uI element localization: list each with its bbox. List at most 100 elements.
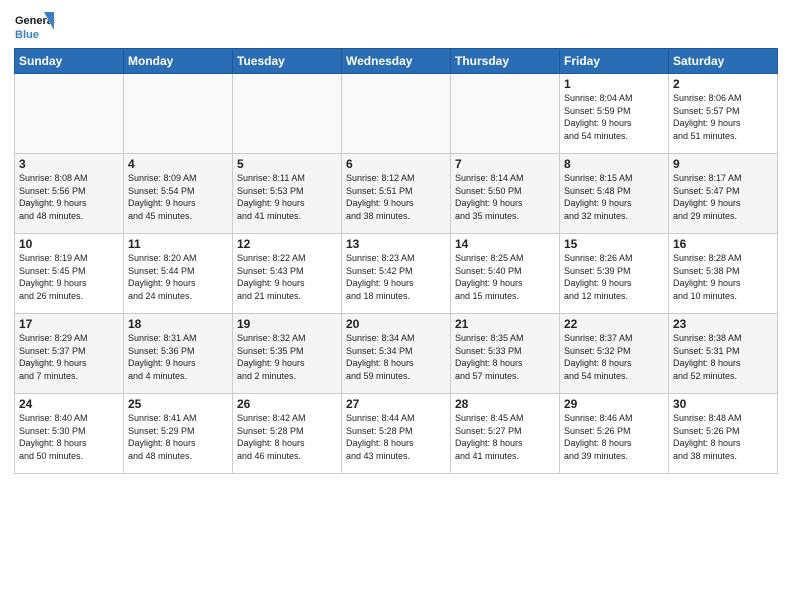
- calendar-cell: 8Sunrise: 8:15 AM Sunset: 5:48 PM Daylig…: [560, 154, 669, 234]
- day-header-tuesday: Tuesday: [233, 49, 342, 74]
- calendar-cell: 21Sunrise: 8:35 AM Sunset: 5:33 PM Dayli…: [451, 314, 560, 394]
- calendar-cell: 24Sunrise: 8:40 AM Sunset: 5:30 PM Dayli…: [15, 394, 124, 474]
- calendar-cell: 16Sunrise: 8:28 AM Sunset: 5:38 PM Dayli…: [669, 234, 778, 314]
- calendar-table: SundayMondayTuesdayWednesdayThursdayFrid…: [14, 48, 778, 474]
- day-number: 11: [128, 237, 228, 251]
- calendar-cell: 30Sunrise: 8:48 AM Sunset: 5:26 PM Dayli…: [669, 394, 778, 474]
- day-number: 20: [346, 317, 446, 331]
- day-number: 17: [19, 317, 119, 331]
- day-header-sunday: Sunday: [15, 49, 124, 74]
- calendar-cell: [451, 74, 560, 154]
- day-number: 13: [346, 237, 446, 251]
- day-header-saturday: Saturday: [669, 49, 778, 74]
- calendar-cell: 2Sunrise: 8:06 AM Sunset: 5:57 PM Daylig…: [669, 74, 778, 154]
- calendar-cell: [233, 74, 342, 154]
- calendar-cell: 7Sunrise: 8:14 AM Sunset: 5:50 PM Daylig…: [451, 154, 560, 234]
- svg-text:Blue: Blue: [15, 29, 39, 41]
- calendar-cell: 9Sunrise: 8:17 AM Sunset: 5:47 PM Daylig…: [669, 154, 778, 234]
- calendar-cell: 28Sunrise: 8:45 AM Sunset: 5:27 PM Dayli…: [451, 394, 560, 474]
- day-number: 10: [19, 237, 119, 251]
- day-info: Sunrise: 8:22 AM Sunset: 5:43 PM Dayligh…: [237, 252, 337, 302]
- day-info: Sunrise: 8:38 AM Sunset: 5:31 PM Dayligh…: [673, 332, 773, 382]
- day-info: Sunrise: 8:40 AM Sunset: 5:30 PM Dayligh…: [19, 412, 119, 462]
- calendar-header-row: SundayMondayTuesdayWednesdayThursdayFrid…: [15, 49, 778, 74]
- week-row-3: 17Sunrise: 8:29 AM Sunset: 5:37 PM Dayli…: [15, 314, 778, 394]
- day-number: 26: [237, 397, 337, 411]
- calendar-cell: 5Sunrise: 8:11 AM Sunset: 5:53 PM Daylig…: [233, 154, 342, 234]
- day-info: Sunrise: 8:29 AM Sunset: 5:37 PM Dayligh…: [19, 332, 119, 382]
- week-row-1: 3Sunrise: 8:08 AM Sunset: 5:56 PM Daylig…: [15, 154, 778, 234]
- calendar-cell: 12Sunrise: 8:22 AM Sunset: 5:43 PM Dayli…: [233, 234, 342, 314]
- day-info: Sunrise: 8:15 AM Sunset: 5:48 PM Dayligh…: [564, 172, 664, 222]
- day-info: Sunrise: 8:42 AM Sunset: 5:28 PM Dayligh…: [237, 412, 337, 462]
- day-info: Sunrise: 8:09 AM Sunset: 5:54 PM Dayligh…: [128, 172, 228, 222]
- calendar-cell: 20Sunrise: 8:34 AM Sunset: 5:34 PM Dayli…: [342, 314, 451, 394]
- day-info: Sunrise: 8:08 AM Sunset: 5:56 PM Dayligh…: [19, 172, 119, 222]
- calendar-cell: 23Sunrise: 8:38 AM Sunset: 5:31 PM Dayli…: [669, 314, 778, 394]
- day-number: 22: [564, 317, 664, 331]
- day-info: Sunrise: 8:12 AM Sunset: 5:51 PM Dayligh…: [346, 172, 446, 222]
- day-number: 25: [128, 397, 228, 411]
- calendar-cell: 10Sunrise: 8:19 AM Sunset: 5:45 PM Dayli…: [15, 234, 124, 314]
- day-info: Sunrise: 8:37 AM Sunset: 5:32 PM Dayligh…: [564, 332, 664, 382]
- day-number: 21: [455, 317, 555, 331]
- day-info: Sunrise: 8:25 AM Sunset: 5:40 PM Dayligh…: [455, 252, 555, 302]
- day-number: 3: [19, 157, 119, 171]
- calendar-cell: 19Sunrise: 8:32 AM Sunset: 5:35 PM Dayli…: [233, 314, 342, 394]
- day-info: Sunrise: 8:48 AM Sunset: 5:26 PM Dayligh…: [673, 412, 773, 462]
- day-number: 23: [673, 317, 773, 331]
- day-number: 14: [455, 237, 555, 251]
- day-info: Sunrise: 8:20 AM Sunset: 5:44 PM Dayligh…: [128, 252, 228, 302]
- calendar-cell: 14Sunrise: 8:25 AM Sunset: 5:40 PM Dayli…: [451, 234, 560, 314]
- calendar-cell: 27Sunrise: 8:44 AM Sunset: 5:28 PM Dayli…: [342, 394, 451, 474]
- calendar-cell: 3Sunrise: 8:08 AM Sunset: 5:56 PM Daylig…: [15, 154, 124, 234]
- day-number: 12: [237, 237, 337, 251]
- day-info: Sunrise: 8:23 AM Sunset: 5:42 PM Dayligh…: [346, 252, 446, 302]
- day-header-friday: Friday: [560, 49, 669, 74]
- day-number: 6: [346, 157, 446, 171]
- calendar-cell: 22Sunrise: 8:37 AM Sunset: 5:32 PM Dayli…: [560, 314, 669, 394]
- day-number: 24: [19, 397, 119, 411]
- calendar-cell: [124, 74, 233, 154]
- day-info: Sunrise: 8:44 AM Sunset: 5:28 PM Dayligh…: [346, 412, 446, 462]
- calendar-cell: 15Sunrise: 8:26 AM Sunset: 5:39 PM Dayli…: [560, 234, 669, 314]
- calendar-cell: [342, 74, 451, 154]
- day-info: Sunrise: 8:11 AM Sunset: 5:53 PM Dayligh…: [237, 172, 337, 222]
- calendar-cell: [15, 74, 124, 154]
- day-number: 7: [455, 157, 555, 171]
- logo-svg: General Blue: [14, 10, 54, 42]
- day-info: Sunrise: 8:45 AM Sunset: 5:27 PM Dayligh…: [455, 412, 555, 462]
- calendar-cell: 29Sunrise: 8:46 AM Sunset: 5:26 PM Dayli…: [560, 394, 669, 474]
- day-number: 4: [128, 157, 228, 171]
- calendar-cell: 26Sunrise: 8:42 AM Sunset: 5:28 PM Dayli…: [233, 394, 342, 474]
- header: General Blue: [14, 10, 778, 42]
- day-number: 30: [673, 397, 773, 411]
- calendar-cell: 1Sunrise: 8:04 AM Sunset: 5:59 PM Daylig…: [560, 74, 669, 154]
- day-number: 2: [673, 77, 773, 91]
- day-number: 19: [237, 317, 337, 331]
- day-info: Sunrise: 8:19 AM Sunset: 5:45 PM Dayligh…: [19, 252, 119, 302]
- calendar-cell: 18Sunrise: 8:31 AM Sunset: 5:36 PM Dayli…: [124, 314, 233, 394]
- day-info: Sunrise: 8:17 AM Sunset: 5:47 PM Dayligh…: [673, 172, 773, 222]
- day-info: Sunrise: 8:32 AM Sunset: 5:35 PM Dayligh…: [237, 332, 337, 382]
- day-info: Sunrise: 8:28 AM Sunset: 5:38 PM Dayligh…: [673, 252, 773, 302]
- day-number: 27: [346, 397, 446, 411]
- day-header-thursday: Thursday: [451, 49, 560, 74]
- day-header-wednesday: Wednesday: [342, 49, 451, 74]
- day-info: Sunrise: 8:46 AM Sunset: 5:26 PM Dayligh…: [564, 412, 664, 462]
- calendar-cell: 25Sunrise: 8:41 AM Sunset: 5:29 PM Dayli…: [124, 394, 233, 474]
- week-row-4: 24Sunrise: 8:40 AM Sunset: 5:30 PM Dayli…: [15, 394, 778, 474]
- day-number: 18: [128, 317, 228, 331]
- day-info: Sunrise: 8:06 AM Sunset: 5:57 PM Dayligh…: [673, 92, 773, 142]
- calendar-cell: 11Sunrise: 8:20 AM Sunset: 5:44 PM Dayli…: [124, 234, 233, 314]
- day-info: Sunrise: 8:31 AM Sunset: 5:36 PM Dayligh…: [128, 332, 228, 382]
- day-info: Sunrise: 8:04 AM Sunset: 5:59 PM Dayligh…: [564, 92, 664, 142]
- page-container: General Blue SundayMondayTuesdayWednesda…: [0, 0, 792, 482]
- week-row-2: 10Sunrise: 8:19 AM Sunset: 5:45 PM Dayli…: [15, 234, 778, 314]
- calendar-cell: 6Sunrise: 8:12 AM Sunset: 5:51 PM Daylig…: [342, 154, 451, 234]
- logo: General Blue: [14, 10, 56, 42]
- day-number: 15: [564, 237, 664, 251]
- day-number: 16: [673, 237, 773, 251]
- calendar-cell: 17Sunrise: 8:29 AM Sunset: 5:37 PM Dayli…: [15, 314, 124, 394]
- week-row-0: 1Sunrise: 8:04 AM Sunset: 5:59 PM Daylig…: [15, 74, 778, 154]
